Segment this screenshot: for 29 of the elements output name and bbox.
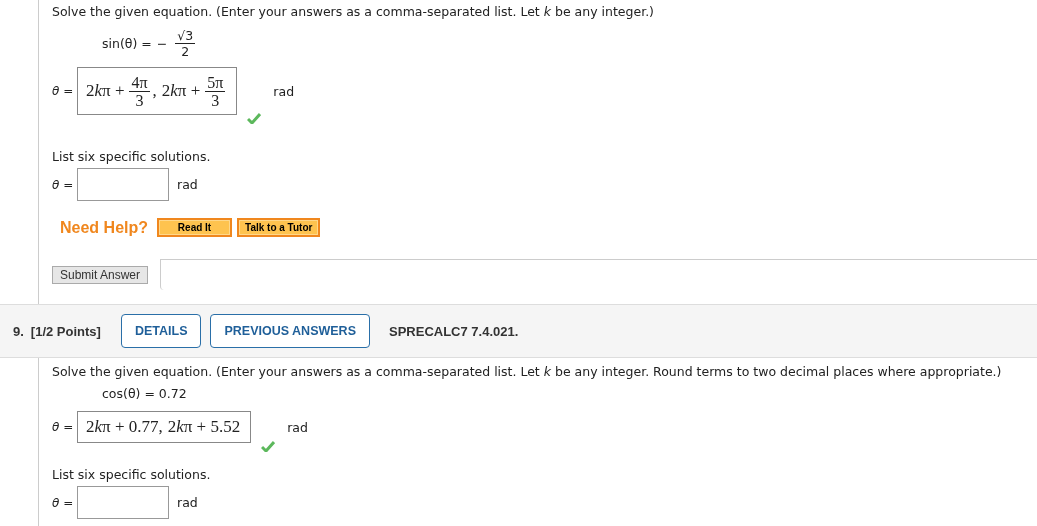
unit-label: rad: [177, 177, 198, 192]
theta-label: θ =: [52, 420, 75, 434]
prompt-text: List six specific solutions.: [52, 149, 212, 165]
question-instruction: Solve the given equation. (Enter your answers as a comma-separated list. Let k be any integer. Round terms to two decimal places where appropriate.): [52, 364, 1003, 380]
header-button[interactable]: PREVIOUS ANSWERS: [210, 314, 370, 348]
unit-label: rad: [177, 495, 198, 510]
unit-label: rad: [287, 419, 308, 435]
points-label: [1/2 Points]: [30, 323, 101, 339]
answer-field[interactable]: 2kπ + 0.77, 2kπ + 5.52: [77, 411, 252, 443]
minus-sign: −: [156, 35, 168, 51]
fraction-denominator: 2: [181, 43, 190, 59]
unit-label: rad: [273, 83, 295, 99]
problem-code: SPRECALC7 7.4.021.: [389, 323, 519, 339]
prompt-text: List six specific solutions.: [52, 467, 212, 483]
help-button[interactable]: Talk to a Tutor: [237, 218, 321, 237]
equation-lhs: sin(θ) =: [102, 35, 152, 51]
submit-button[interactable]: Submit Answer: [52, 266, 149, 284]
theta-label: θ =: [52, 177, 75, 192]
fraction-numerator: √3: [175, 27, 196, 44]
answer-field[interactable]: [77, 168, 169, 201]
question-instruction: Solve the given equation. (Enter your answers as a comma-separated list. Let k be any integer.): [52, 4, 655, 20]
theta-label: θ =: [52, 495, 75, 510]
need-help-label: Need Help?: [60, 218, 148, 237]
header-button[interactable]: DETAILS: [120, 314, 202, 348]
answer-field[interactable]: [77, 486, 169, 519]
theta-label: θ =: [52, 84, 75, 98]
equation-text: cos(θ) = 0.72: [102, 386, 187, 401]
question-number: 9.: [13, 323, 24, 339]
help-button[interactable]: Read It: [157, 218, 232, 237]
